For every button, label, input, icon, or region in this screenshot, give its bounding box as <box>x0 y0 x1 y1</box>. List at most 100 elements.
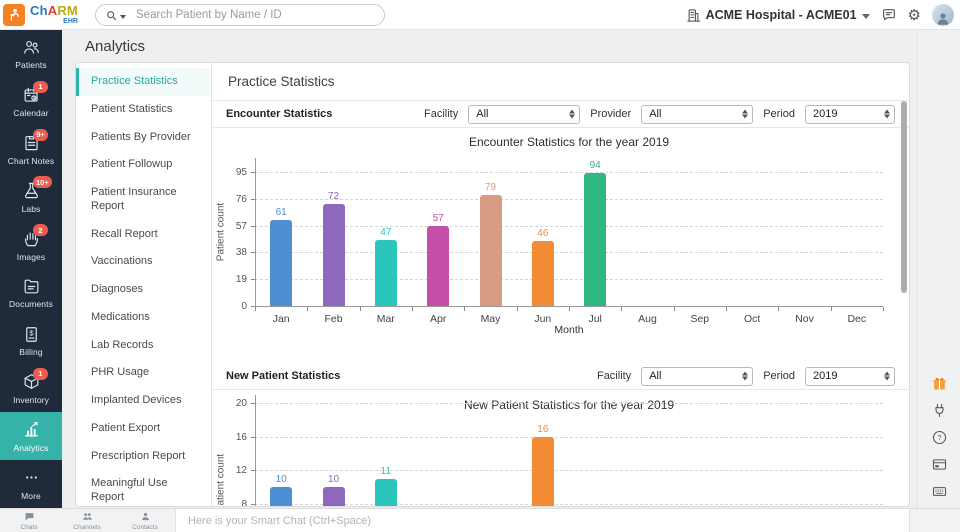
bar-jul[interactable] <box>584 173 607 306</box>
facility-select[interactable]: All <box>468 104 581 124</box>
sidebar-item-patients[interactable]: Patients <box>0 30 62 78</box>
sidebar-item-chart-notes[interactable]: Chart Notes 9+ <box>0 126 62 174</box>
vertical-scrollbar[interactable] <box>901 101 907 293</box>
sidebar-item-billing[interactable]: $ Billing <box>0 317 62 365</box>
chat-tab-chats[interactable]: Chats <box>0 509 58 532</box>
provider-select[interactable]: All <box>641 104 754 124</box>
menu-item-lab-records[interactable]: Lab Records <box>76 332 211 360</box>
sidebar-item-images[interactable]: Images 2 <box>0 221 62 269</box>
sidebar-item-label: Patients <box>15 60 47 71</box>
period-filter-label: Period <box>763 370 795 382</box>
contacts-icon <box>140 511 151 524</box>
sidebar-item-calendar[interactable]: Calendar 1 <box>0 78 62 126</box>
gear-icon: ⚙ <box>907 6 921 24</box>
card-icon[interactable] <box>931 456 948 473</box>
menu-item-patient-export[interactable]: Patient Export <box>76 415 211 443</box>
sidebar-item-label: Chart Notes <box>7 155 55 166</box>
x-tick-mark <box>726 307 727 311</box>
sidebar-item-more[interactable]: More <box>0 460 62 508</box>
search-input[interactable] <box>134 8 384 22</box>
y-tick-label: 38 <box>235 247 247 259</box>
bar-jun[interactable] <box>531 241 554 306</box>
bar-value-label: 79 <box>484 181 497 193</box>
bar-feb[interactable] <box>322 487 345 506</box>
brand-mark-icon <box>3 3 25 26</box>
gridline <box>255 225 883 227</box>
bar-jan[interactable] <box>270 219 293 306</box>
menu-item-meaningful-use-report[interactable]: Meaningful Use Report <box>76 470 211 506</box>
gridline <box>255 503 883 505</box>
chat-tab-channels[interactable]: Channels <box>58 509 116 532</box>
gridline <box>255 171 883 173</box>
section-title: New Patient Statistics <box>226 370 341 382</box>
bar-value-label: 47 <box>380 226 392 238</box>
x-axis-label: Month <box>554 324 584 336</box>
new-patient-stats-section-header: New Patient Statistics Facility All Period… <box>212 363 909 390</box>
workspace: Analytics Practice Statistics Patient Sta… <box>62 30 917 508</box>
notification-badge: 2 <box>33 224 48 237</box>
menu-item-patient-statistics[interactable]: Patient Statistics <box>76 96 211 124</box>
app-logo[interactable]: ChARM EHR <box>0 3 92 26</box>
chart-title: New Patient Statistics for the year 2019 <box>463 398 675 412</box>
organization-selector[interactable]: ACME Hospital - ACME01 <box>686 8 870 23</box>
selected-value: All <box>649 108 662 120</box>
facility-select[interactable]: All <box>641 366 754 386</box>
menu-item-vaccinations[interactable]: Vaccinations <box>76 248 211 276</box>
x-tick-mark <box>621 307 623 311</box>
smart-chat-bar: Chats Channels Contacts <box>0 508 960 532</box>
sidebar-item-analytics[interactable]: Analytics <box>0 412 62 461</box>
analytics-icon <box>22 420 41 440</box>
x-tick-mark <box>307 307 309 311</box>
menu-item-practice-statistics[interactable]: Practice Statistics <box>76 68 211 96</box>
period-select[interactable]: 2019 <box>805 104 895 124</box>
facility-filter-label: Facility <box>424 108 459 120</box>
sidebar-item-documents[interactable]: Documents <box>0 269 62 317</box>
sidebar-item-inventory[interactable]: Inventory 1 <box>0 365 62 413</box>
app-window: ChARM EHR ACME Hospital - ACME01 ⚙ Pat <box>0 0 960 532</box>
menu-item-phr-usage[interactable]: PHR Usage <box>76 359 211 387</box>
bar-jun[interactable] <box>531 436 554 506</box>
new-patient-filters: Facility All Period 2019 <box>597 366 895 386</box>
menu-item-implanted-devices[interactable]: Implanted Devices <box>76 387 211 415</box>
sidebar-item-labs[interactable]: Labs 10+ <box>0 173 62 221</box>
y-tick-label: 76 <box>235 193 247 205</box>
menu-item-patient-followup[interactable]: Patient Followup <box>76 151 211 179</box>
menu-item-diagnoses[interactable]: Diagnoses <box>76 276 211 304</box>
messages-button[interactable] <box>881 7 897 23</box>
menu-item-patient-insurance-report[interactable]: Patient Insurance Report <box>76 179 211 221</box>
more-icon <box>22 468 41 488</box>
menu-item-recall-report[interactable]: Recall Report <box>76 221 211 249</box>
bar-jan[interactable] <box>270 487 293 506</box>
bar-feb[interactable] <box>322 204 345 306</box>
smart-chat-input[interactable] <box>176 513 909 528</box>
bar-mar[interactable] <box>374 239 397 306</box>
bar-apr[interactable] <box>427 225 450 306</box>
keyboard-icon[interactable] <box>931 483 948 500</box>
notification-badge: 1 <box>33 367 48 380</box>
gridline <box>255 279 883 281</box>
plug-icon[interactable] <box>931 402 948 419</box>
new-patient-statistics-chart: New Patient Statistics for the year 2019… <box>212 390 909 506</box>
encounter-statistics-chart: Encounter Statistics for the year 2019 Pa… <box>212 128 909 363</box>
x-tick-mark <box>883 307 884 311</box>
chat-tab-contacts[interactable]: Contacts <box>116 509 174 532</box>
bar-mar[interactable] <box>374 478 397 506</box>
patient-search[interactable] <box>95 4 385 26</box>
chat-icon <box>882 9 895 21</box>
period-select[interactable]: 2019 <box>805 366 895 386</box>
y-axis-line <box>255 394 256 506</box>
spinner-arrows-icon <box>884 109 890 119</box>
gift-icon[interactable] <box>931 375 948 392</box>
brand-text: ChARM EHR <box>30 3 78 25</box>
top-bar: ChARM EHR ACME Hospital - ACME01 ⚙ <box>0 0 960 30</box>
help-icon[interactable]: ? <box>931 429 948 446</box>
svg-text:$: $ <box>29 328 34 337</box>
menu-item-prescription-report[interactable]: Prescription Report <box>76 443 211 471</box>
bar-may[interactable] <box>479 194 502 306</box>
notification-badge: 9+ <box>33 128 48 141</box>
user-avatar[interactable] <box>932 4 954 26</box>
menu-item-patients-by-provider[interactable]: Patients By Provider <box>76 124 211 152</box>
menu-item-medications[interactable]: Medications <box>76 304 211 332</box>
search-scope-caret-icon[interactable] <box>120 15 126 19</box>
settings-button[interactable]: ⚙ <box>908 8 921 23</box>
